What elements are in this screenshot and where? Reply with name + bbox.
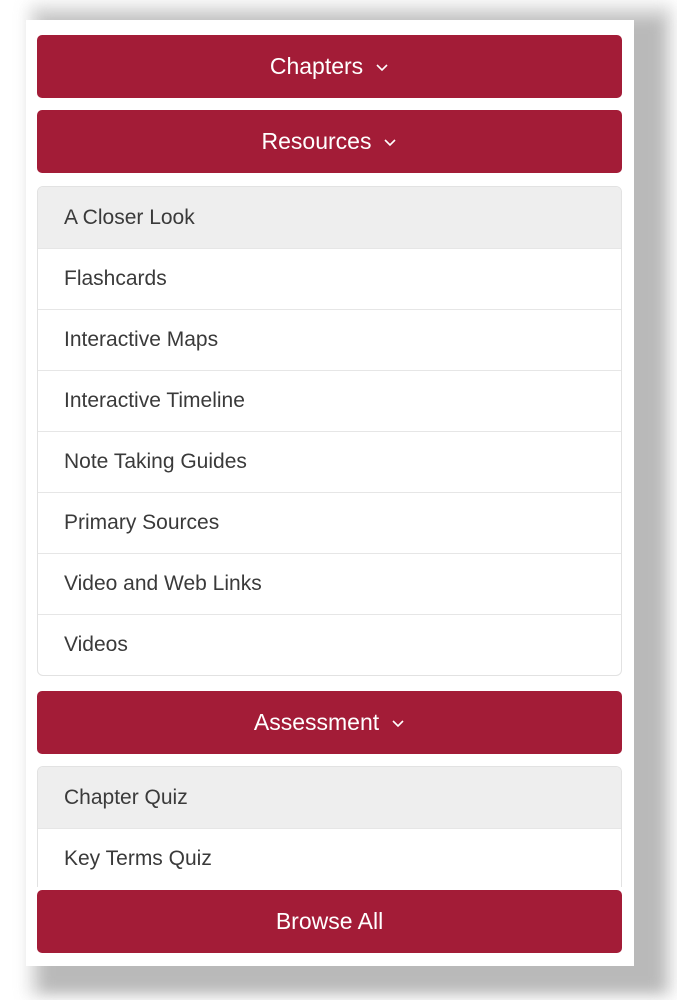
resource-item-videos[interactable]: Videos bbox=[38, 614, 621, 675]
list-item-label: Note Taking Guides bbox=[64, 450, 247, 473]
list-item-label: Primary Sources bbox=[64, 511, 220, 534]
assessment-list: Chapter Quiz Key Terms Quiz bbox=[37, 766, 622, 887]
list-item-label: Interactive Timeline bbox=[64, 389, 245, 412]
chevron-down-icon bbox=[392, 719, 404, 727]
chevron-down-icon bbox=[384, 138, 397, 146]
list-item-label: Interactive Maps bbox=[64, 328, 219, 351]
list-item-label: Chapter Quiz bbox=[64, 785, 188, 809]
resource-item-interactive-timeline[interactable]: Interactive Timeline bbox=[38, 370, 621, 431]
list-item-label: Video and Web Links bbox=[64, 572, 262, 595]
assessment-item-key-terms-quiz[interactable]: Key Terms Quiz bbox=[38, 828, 621, 887]
browse-all-label: Browse All bbox=[275, 908, 384, 934]
resource-item-flashcards[interactable]: Flashcards bbox=[38, 248, 621, 309]
resource-item-note-taking-guides[interactable]: Note Taking Guides bbox=[38, 431, 621, 492]
assessment-button-label: Assessment bbox=[253, 709, 380, 735]
resources-button-label: Resources bbox=[261, 128, 372, 154]
resource-item-primary-sources[interactable]: Primary Sources bbox=[38, 492, 621, 553]
resource-item-interactive-maps[interactable]: Interactive Maps bbox=[38, 309, 621, 370]
chapters-dropdown-button[interactable]: Chapters bbox=[37, 35, 622, 98]
resource-navigation-panel: Chapters Resources A Closer Look Flashca… bbox=[26, 20, 634, 966]
list-item-label: A Closer Look bbox=[64, 205, 195, 229]
resources-dropdown-button[interactable]: Resources bbox=[37, 110, 622, 173]
resource-item-a-closer-look[interactable]: A Closer Look bbox=[38, 187, 621, 248]
list-item-label: Key Terms Quiz bbox=[64, 847, 212, 870]
assessment-dropdown-button[interactable]: Assessment bbox=[37, 691, 622, 754]
assessment-item-chapter-quiz[interactable]: Chapter Quiz bbox=[38, 767, 621, 828]
resources-list: A Closer Look Flashcards Interactive Map… bbox=[37, 186, 622, 676]
list-item-label: Videos bbox=[64, 633, 128, 656]
list-item-label: Flashcards bbox=[64, 267, 167, 290]
chevron-down-icon bbox=[376, 63, 388, 71]
browse-all-button[interactable]: Browse All bbox=[37, 890, 622, 953]
resource-item-video-and-web-links[interactable]: Video and Web Links bbox=[38, 553, 621, 614]
chapters-button-label: Chapters bbox=[269, 53, 364, 79]
